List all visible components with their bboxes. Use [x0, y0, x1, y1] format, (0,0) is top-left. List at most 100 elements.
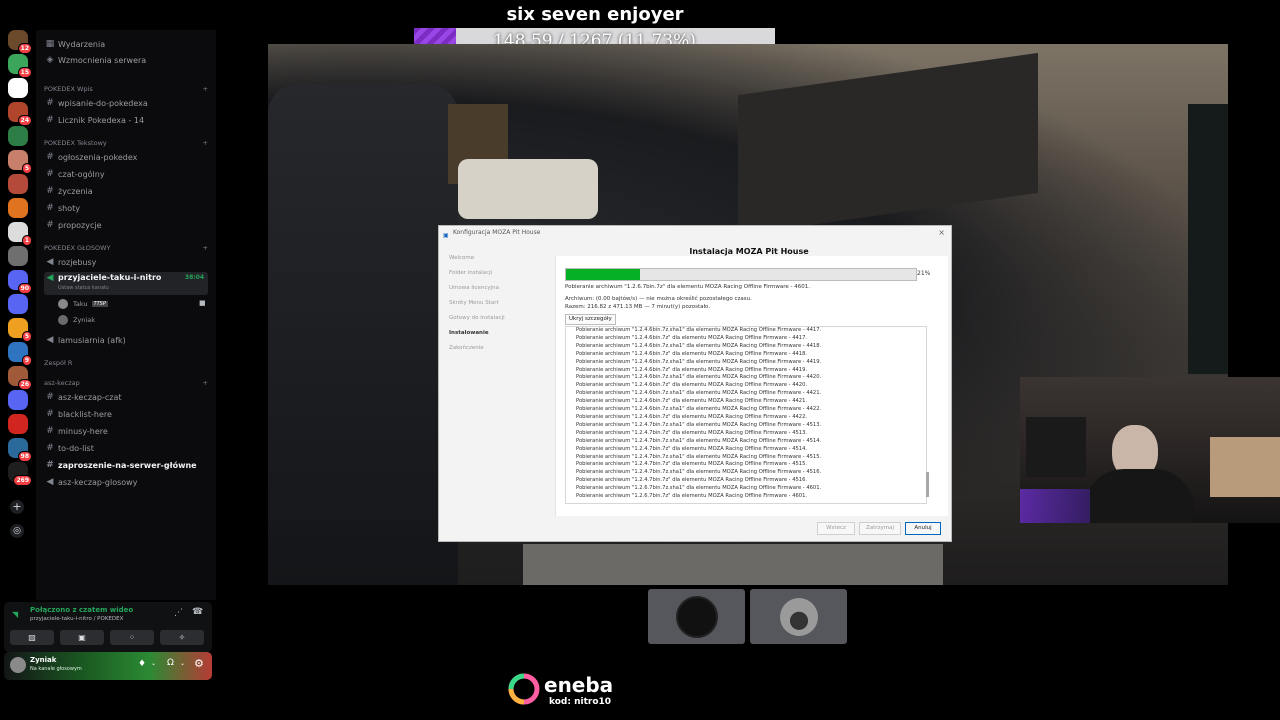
server-8-icon[interactable] [8, 198, 28, 218]
webcam-feed [1020, 377, 1280, 523]
category-zespol-r[interactable]: Zespół R [44, 357, 208, 369]
server-18-icon[interactable]: 98 [8, 438, 32, 462]
back-button[interactable]: Wstecz [817, 522, 855, 535]
screen-share-icon: ▣ [78, 633, 86, 642]
channel-propozycje[interactable]: # propozycje [44, 218, 208, 232]
log-line: Pobieranie archiwum "1.2.4.7bin.7z.sha1"… [576, 437, 822, 444]
log-line: Pobieranie archiwum "1.2.4.6bin.7z.sha1"… [576, 406, 822, 413]
log-line: Pobieranie archiwum "1.2.4.7bin.7z" dla … [576, 445, 808, 452]
category-pokedex-glosowy[interactable]: POKEDEX GŁOSOWY + [44, 242, 208, 254]
channel-label: zaproszenie-na-serwer-główne [58, 460, 197, 470]
channel-to-do[interactable]: # to-do-list [44, 441, 208, 455]
server-14-icon[interactable]: 9 [8, 342, 32, 366]
events-item[interactable]: ▦ Wydarzenia [44, 37, 208, 51]
server-10-icon[interactable] [8, 246, 28, 266]
step-finish: Zakończenie [449, 345, 484, 351]
log-line: Pobieranie archiwum "1.2.4.6bin.7z.sha1"… [576, 327, 822, 333]
step-welcome: Welcome [449, 255, 475, 261]
chevron-down-icon[interactable]: ⌄ [180, 660, 185, 667]
channel-przyjaciele[interactable]: ◀ przyjaciele-taku-i-nitro 38:04 Ustaw s… [44, 272, 208, 295]
category-label: asz-keczap [44, 379, 80, 387]
close-icon[interactable]: × [938, 226, 945, 240]
avatar[interactable] [10, 657, 26, 673]
install-status-line: Pobieranie archiwum "1.2.6.7bin.7z" dla … [565, 284, 810, 290]
category-label: Zespół R [44, 359, 73, 367]
voice-user-taku[interactable]: Taku TTSP [58, 298, 108, 310]
soundboard-button[interactable]: ✧ [160, 630, 204, 645]
user-tag: TTSP [91, 301, 108, 307]
server-19-icon[interactable]: 269 [8, 462, 32, 486]
voice-user-zyniak[interactable]: Zyniak [58, 314, 95, 326]
server-4-icon[interactable]: 24 [8, 102, 32, 126]
channel-minusy[interactable]: # minusy-here [44, 424, 208, 438]
channel-czat-ogolny[interactable]: # czat-ogólny [44, 167, 208, 181]
channel-asz-keczap-glosowy[interactable]: ◀ asz-keczap-glosowy [44, 475, 208, 489]
installer-titlebar[interactable]: ▣ Konfiguracja MOZA Pit House × [439, 226, 951, 240]
category-asz-keczap[interactable]: asz-keczap + [44, 377, 208, 389]
server-13-icon[interactable]: 5 [8, 318, 32, 342]
server-11-icon[interactable]: 90 [8, 270, 32, 294]
avatar [58, 299, 68, 309]
channel-asz-keczap-czat[interactable]: # asz-keczap-czat [44, 390, 208, 404]
rgb-keyboard [1020, 489, 1090, 523]
server-12-icon[interactable] [8, 294, 28, 314]
add-channel-icon[interactable]: + [203, 244, 208, 252]
channel-zaproszenie[interactable]: # zaproszenie-na-serwer-główne [44, 458, 208, 472]
unread-badge: 12 [17, 43, 32, 54]
log-line: Pobieranie archiwum "1.2.6.7bin.7z" dla … [576, 493, 808, 500]
disconnect-icon[interactable]: ☎ [192, 607, 203, 617]
channel-shoty[interactable]: # shoty [44, 201, 208, 215]
gaming-chair [268, 84, 458, 585]
soundboard-icon: ✧ [178, 633, 186, 642]
microphone-icon[interactable]: ♦ [138, 659, 146, 669]
add-channel-icon[interactable]: + [203, 139, 208, 147]
activities-button[interactable]: ⁘ [110, 630, 154, 645]
channel-afk[interactable]: ◀ lamusiarnia (afk) [44, 333, 208, 347]
channel-licznik[interactable]: # Licznik Pokedexa - 14 [44, 113, 208, 127]
server-3-icon[interactable] [8, 78, 28, 98]
server-17-icon[interactable] [8, 414, 28, 434]
add-channel-icon[interactable]: + [203, 85, 208, 93]
category-label: POKEDEX Wpis [44, 85, 93, 93]
add-channel-icon[interactable]: + [203, 379, 208, 387]
screen-share-button[interactable]: ▣ [60, 630, 104, 645]
pause-button[interactable]: Zatrzymaj [859, 522, 901, 535]
server-2-icon[interactable]: 15 [8, 54, 32, 78]
server-7-icon[interactable] [8, 174, 28, 194]
add-server-icon[interactable]: + [10, 500, 24, 514]
gear-icon[interactable]: ⚙ [194, 657, 204, 670]
install-log[interactable]: Pobieranie archiwum "1.2.4.6bin.7z.sha1"… [565, 326, 927, 504]
channel-zyczenia[interactable]: # życzenia [44, 184, 208, 198]
category-pokedex-wpis[interactable]: POKEDEX Wpis + [44, 83, 208, 95]
channel-blacklist[interactable]: # blacklist-here [44, 407, 208, 421]
server-6-icon[interactable]: 5 [8, 150, 32, 174]
channel-wpisanie[interactable]: # wpisanie-do-pokedexa [44, 96, 208, 110]
desk-items [523, 544, 943, 585]
participant-tile-1[interactable] [648, 589, 745, 644]
server-1-icon[interactable]: 12 [8, 30, 32, 54]
speaker-icon: ◀ [46, 335, 54, 345]
server-15-icon[interactable]: 26 [8, 366, 32, 390]
category-pokedex-tekstowy[interactable]: POKEDEX Tekstowy + [44, 137, 208, 149]
participant-tile-2[interactable] [750, 589, 847, 644]
channel-ogloszenia[interactable]: # ogłoszenia-pokedex [44, 150, 208, 164]
server-9-icon[interactable]: 1 [8, 222, 32, 246]
voice-location[interactable]: przyjaciele-taku-i-nitro / POKEDEX [30, 616, 123, 622]
cancel-button[interactable]: Anuluj [905, 522, 941, 535]
channel-rozjebusy[interactable]: ◀ rozjebusy [44, 255, 208, 269]
channel-status-hint[interactable]: Ustaw status kanału [58, 285, 109, 291]
server-16-icon[interactable] [8, 390, 28, 410]
camera-toggle-button[interactable]: ▨ [10, 630, 54, 645]
headphones-icon[interactable]: Ω [167, 658, 174, 668]
explore-icon[interactable]: ◎ [10, 524, 24, 538]
server-5-icon[interactable] [8, 126, 28, 146]
log-scrollbar[interactable] [926, 472, 929, 497]
step-shortcuts: Skróty Menu Start [449, 300, 499, 306]
hide-details-button[interactable]: Ukryj szczegóły [565, 314, 616, 325]
channel-label: lamusiarnia (afk) [58, 335, 126, 345]
chevron-down-icon[interactable]: ⌄ [151, 660, 156, 667]
boosts-item[interactable]: ◈ Wzmocnienia serwera [44, 53, 208, 67]
speaker-icon: ◀ [46, 273, 54, 283]
install-progress-fill [566, 269, 640, 280]
noise-suppression-icon[interactable]: ⋰ [174, 608, 183, 618]
